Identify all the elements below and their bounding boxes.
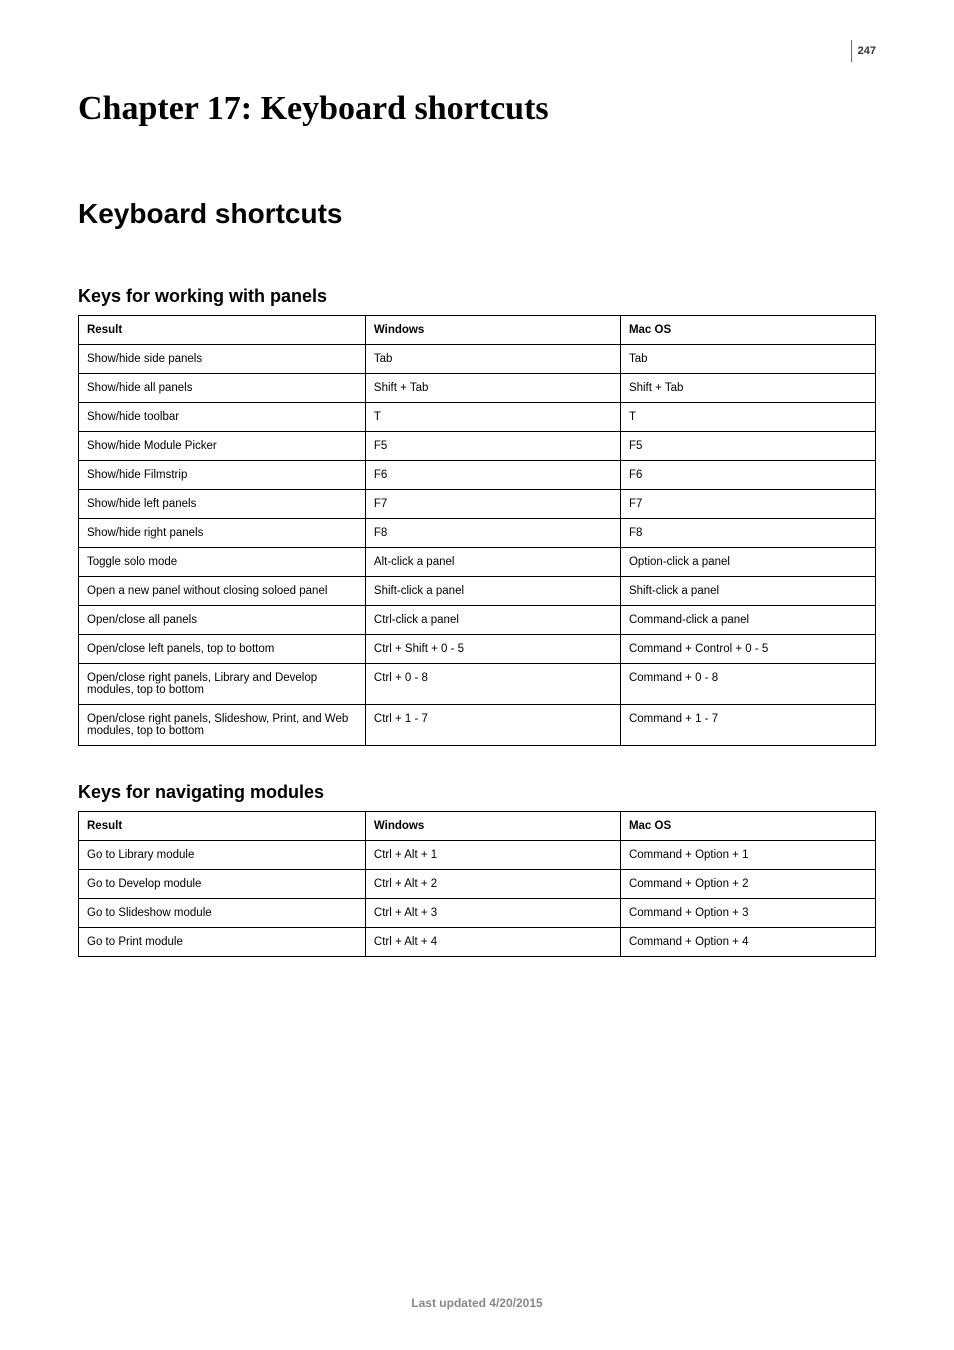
table-cell-result: Open a new panel without closing soloed …	[79, 577, 366, 606]
table-cell-mac: T	[620, 403, 875, 432]
table-cell-win: Alt-click a panel	[365, 548, 620, 577]
table-cell-result: Show/hide left panels	[79, 490, 366, 519]
table-row: Open/close left panels, top to bottomCtr…	[79, 635, 876, 664]
table-cell-result: Go to Library module	[79, 841, 366, 870]
table-cell-mac: Shift + Tab	[620, 374, 875, 403]
table-row: Go to Library moduleCtrl + Alt + 1Comman…	[79, 841, 876, 870]
table-header-row: Result Windows Mac OS	[79, 812, 876, 841]
table-cell-result: Show/hide right panels	[79, 519, 366, 548]
table-cell-result: Open/close right panels, Slideshow, Prin…	[79, 705, 366, 746]
table-cell-mac: Tab	[620, 345, 875, 374]
table-cell-mac: Command + 1 - 7	[620, 705, 875, 746]
subsection-title-modules: Keys for navigating modules	[78, 782, 876, 803]
table-row: Open/close all panelsCtrl-click a panelC…	[79, 606, 876, 635]
document-page: 247 Chapter 17: Keyboard shortcuts Keybo…	[0, 0, 954, 1340]
table-cell-win: Ctrl + Alt + 4	[365, 928, 620, 957]
table-cell-mac: Command + Control + 0 - 5	[620, 635, 875, 664]
table-row: Show/hide left panelsF7F7	[79, 490, 876, 519]
header-windows: Windows	[365, 316, 620, 345]
table-row: Go to Develop moduleCtrl + Alt + 2Comman…	[79, 870, 876, 899]
table-cell-result: Go to Print module	[79, 928, 366, 957]
table-cell-win: F6	[365, 461, 620, 490]
table-cell-result: Show/hide side panels	[79, 345, 366, 374]
table-row: Show/hide FilmstripF6F6	[79, 461, 876, 490]
table-cell-result: Show/hide toolbar	[79, 403, 366, 432]
table-cell-win: Ctrl + 0 - 8	[365, 664, 620, 705]
table-cell-mac: F5	[620, 432, 875, 461]
table-cell-win: Tab	[365, 345, 620, 374]
table-cell-result: Go to Slideshow module	[79, 899, 366, 928]
modules-table: Result Windows Mac OS Go to Library modu…	[78, 811, 876, 957]
table-cell-result: Open/close left panels, top to bottom	[79, 635, 366, 664]
table-row: Open/close right panels, Library and Dev…	[79, 664, 876, 705]
header-windows: Windows	[365, 812, 620, 841]
table-cell-mac: F8	[620, 519, 875, 548]
table-cell-mac: F7	[620, 490, 875, 519]
table-cell-win: T	[365, 403, 620, 432]
table-cell-win: Ctrl + Alt + 3	[365, 899, 620, 928]
header-mac: Mac OS	[620, 316, 875, 345]
table-row: Show/hide toolbarTT	[79, 403, 876, 432]
table-cell-mac: Shift-click a panel	[620, 577, 875, 606]
table-cell-win: F8	[365, 519, 620, 548]
table-header-row: Result Windows Mac OS	[79, 316, 876, 345]
subsection-title-panels: Keys for working with panels	[78, 286, 876, 307]
section-title: Keyboard shortcuts	[78, 198, 876, 230]
table-row: Show/hide all panelsShift + TabShift + T…	[79, 374, 876, 403]
page-footer: Last updated 4/20/2015	[0, 1296, 954, 1310]
table-row: Toggle solo modeAlt-click a panelOption-…	[79, 548, 876, 577]
table-cell-win: Ctrl + Alt + 1	[365, 841, 620, 870]
table-cell-mac: Command + Option + 3	[620, 899, 875, 928]
header-result: Result	[79, 812, 366, 841]
table-cell-result: Go to Develop module	[79, 870, 366, 899]
page-number-bar	[851, 40, 852, 62]
table-row: Open a new panel without closing soloed …	[79, 577, 876, 606]
table-cell-mac: Command + 0 - 8	[620, 664, 875, 705]
table-cell-result: Open/close all panels	[79, 606, 366, 635]
page-number: 247	[851, 40, 876, 62]
table-row: Show/hide side panelsTabTab	[79, 345, 876, 374]
table-cell-mac: Option-click a panel	[620, 548, 875, 577]
table-cell-mac: Command + Option + 1	[620, 841, 875, 870]
table-cell-mac: Command + Option + 4	[620, 928, 875, 957]
table-row: Show/hide Module PickerF5F5	[79, 432, 876, 461]
table-cell-win: Ctrl + Shift + 0 - 5	[365, 635, 620, 664]
table-row: Open/close right panels, Slideshow, Prin…	[79, 705, 876, 746]
table-cell-win: Ctrl + Alt + 2	[365, 870, 620, 899]
table-cell-result: Open/close right panels, Library and Dev…	[79, 664, 366, 705]
header-result: Result	[79, 316, 366, 345]
table-cell-win: Shift + Tab	[365, 374, 620, 403]
table-cell-mac: Command-click a panel	[620, 606, 875, 635]
table-cell-mac: Command + Option + 2	[620, 870, 875, 899]
chapter-title: Chapter 17: Keyboard shortcuts	[78, 90, 876, 128]
table-cell-win: Ctrl-click a panel	[365, 606, 620, 635]
table-row: Go to Slideshow moduleCtrl + Alt + 3Comm…	[79, 899, 876, 928]
table-cell-result: Show/hide all panels	[79, 374, 366, 403]
header-mac: Mac OS	[620, 812, 875, 841]
table-row: Show/hide right panelsF8F8	[79, 519, 876, 548]
table-row: Go to Print moduleCtrl + Alt + 4Command …	[79, 928, 876, 957]
table-cell-result: Show/hide Filmstrip	[79, 461, 366, 490]
table-cell-win: Ctrl + 1 - 7	[365, 705, 620, 746]
table-cell-win: F7	[365, 490, 620, 519]
page-number-value: 247	[858, 45, 876, 57]
table-cell-win: F5	[365, 432, 620, 461]
table-cell-result: Toggle solo mode	[79, 548, 366, 577]
table-cell-mac: F6	[620, 461, 875, 490]
table-cell-win: Shift-click a panel	[365, 577, 620, 606]
panels-table: Result Windows Mac OS Show/hide side pan…	[78, 315, 876, 746]
table-cell-result: Show/hide Module Picker	[79, 432, 366, 461]
